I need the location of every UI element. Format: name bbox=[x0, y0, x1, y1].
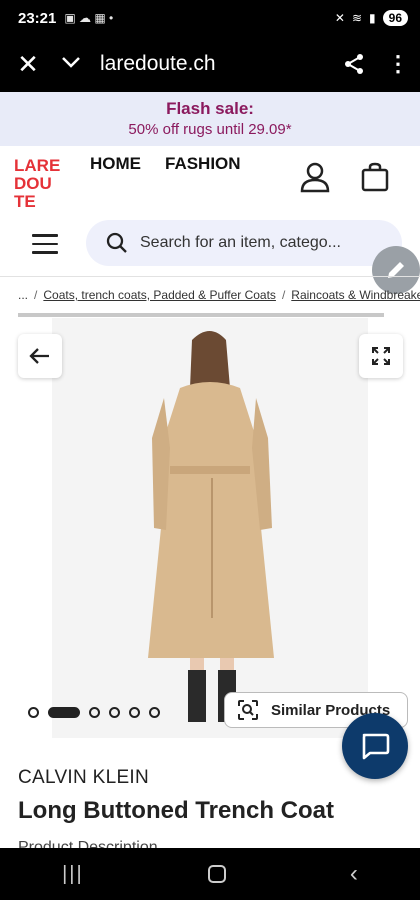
more-menu-icon[interactable]: ⋮ bbox=[376, 51, 420, 77]
chat-icon bbox=[362, 733, 390, 760]
main-nav: HOME FASHION bbox=[90, 154, 241, 174]
gallery-dot[interactable] bbox=[129, 707, 140, 718]
gallery-scroll-indicator bbox=[18, 313, 384, 317]
product-brand[interactable]: CALVIN KLEIN bbox=[18, 767, 149, 789]
browser-toolbar: ✕ laredoute.ch ⋮ bbox=[0, 36, 420, 92]
chat-button[interactable] bbox=[342, 713, 408, 779]
flash-sale-subtitle: 50% off rugs until 29.09* bbox=[128, 121, 292, 138]
mute-icon: ✕ bbox=[334, 11, 345, 25]
signal-icon: ▮ bbox=[369, 11, 376, 25]
share-icon[interactable] bbox=[332, 52, 376, 76]
breadcrumb: ... / Coats, trench coats, Padded & Puffer… bbox=[18, 288, 420, 302]
arrow-left-icon bbox=[29, 348, 49, 364]
nav-fashion[interactable]: FASHION bbox=[165, 154, 241, 174]
system-nav-bar: ||| ‹ bbox=[0, 848, 420, 900]
product-title: Long Buttoned Trench Coat bbox=[18, 797, 334, 824]
gallery-back-button[interactable] bbox=[18, 334, 62, 378]
gallery-dot[interactable] bbox=[48, 707, 80, 718]
flash-sale-banner[interactable]: Flash sale: 50% off rugs until 29.09* bbox=[0, 92, 420, 146]
logo-line-2: DOU bbox=[14, 174, 52, 193]
breadcrumb-raincoats[interactable]: Raincoats & Windbreakers bbox=[291, 288, 420, 302]
search-row: Search for an item, catego... bbox=[0, 216, 420, 272]
search-input[interactable]: Search for an item, catego... bbox=[86, 220, 402, 266]
la-redoute-logo[interactable]: LARE DOU TE bbox=[14, 156, 68, 210]
notification-icons: ▣ ☁ ▦ • bbox=[64, 11, 114, 25]
menu-icon[interactable] bbox=[32, 234, 58, 260]
battery-indicator: 96 bbox=[382, 10, 408, 26]
edit-icon[interactable] bbox=[372, 246, 420, 294]
product-description-label[interactable]: Product Description bbox=[18, 839, 158, 848]
gallery-pagination bbox=[28, 707, 160, 718]
product-gallery[interactable]: Similar Products bbox=[0, 318, 420, 738]
home-icon[interactable] bbox=[207, 865, 226, 883]
wifi-icon: ≋ bbox=[351, 11, 363, 25]
user-icon[interactable] bbox=[298, 160, 332, 194]
breadcrumb-ellipsis[interactable]: ... bbox=[18, 288, 28, 302]
search-placeholder: Search for an item, catego... bbox=[140, 234, 341, 251]
product-image bbox=[52, 318, 368, 738]
breadcrumb-coats[interactable]: Coats, trench coats, Padded & Puffer Coa… bbox=[43, 288, 276, 302]
status-time: 23:21 bbox=[18, 9, 57, 27]
shopping-bag-icon[interactable] bbox=[360, 162, 390, 192]
recent-apps-icon[interactable]: ||| bbox=[62, 863, 84, 886]
gallery-dot[interactable] bbox=[149, 707, 160, 718]
flash-sale-title: Flash sale: bbox=[166, 99, 254, 118]
logo-line-1: LARE bbox=[14, 156, 60, 175]
nav-home[interactable]: HOME bbox=[90, 154, 141, 174]
fullscreen-button[interactable] bbox=[359, 334, 403, 378]
site-header: LARE DOU TE HOME FASHION bbox=[0, 146, 420, 216]
header-divider bbox=[0, 276, 420, 277]
gallery-dot[interactable] bbox=[28, 707, 39, 718]
gallery-dot[interactable] bbox=[89, 707, 100, 718]
close-icon[interactable]: ✕ bbox=[0, 49, 56, 80]
expand-icon bbox=[372, 347, 390, 365]
logo-line-3: TE bbox=[14, 192, 36, 210]
back-icon[interactable]: ‹ bbox=[350, 860, 358, 888]
search-icon bbox=[106, 232, 127, 253]
url-text[interactable]: laredoute.ch bbox=[100, 52, 216, 76]
gallery-dot[interactable] bbox=[109, 707, 120, 718]
chevron-down-icon[interactable] bbox=[56, 55, 86, 73]
status-bar: 23:21 ▣ ☁ ▦ • ✕ ≋ ▮ 96 bbox=[0, 0, 420, 36]
visual-search-icon bbox=[238, 700, 258, 720]
